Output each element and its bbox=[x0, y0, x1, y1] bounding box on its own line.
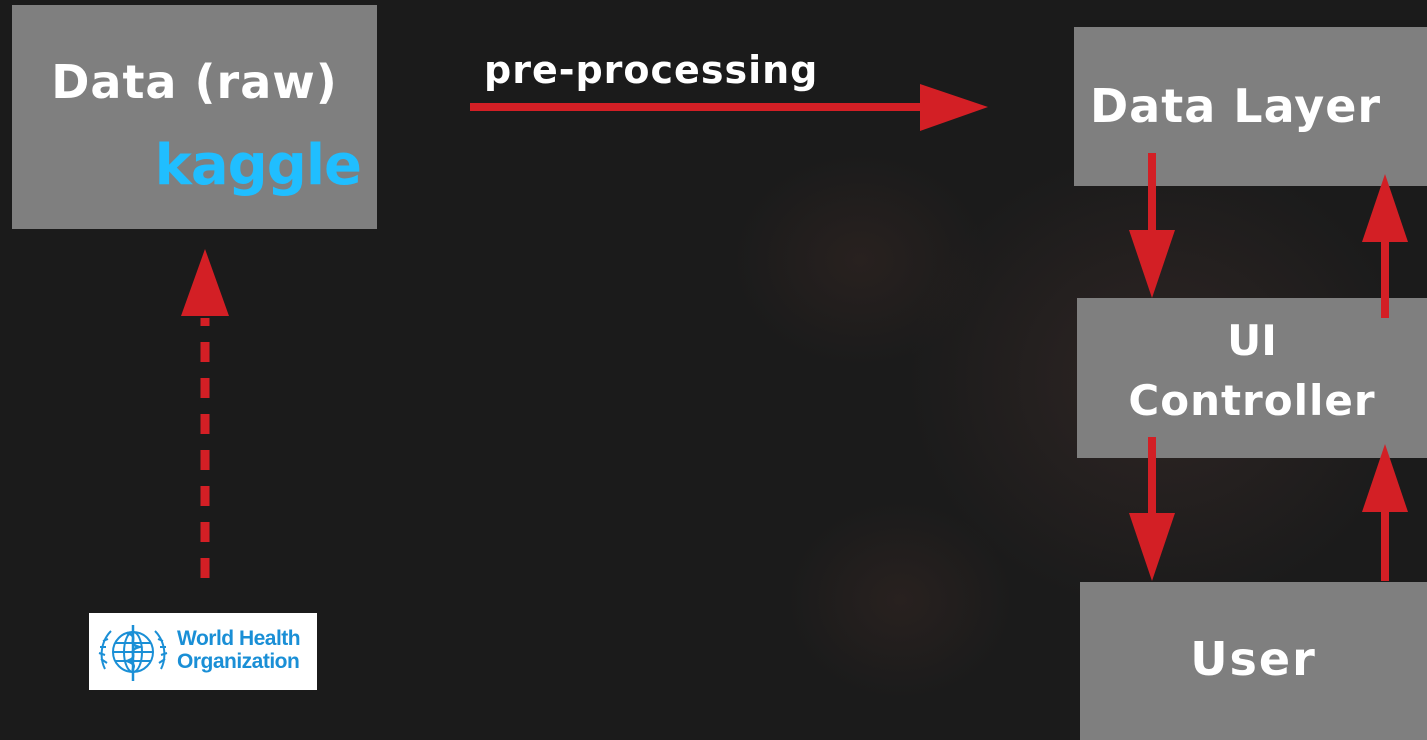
preprocessing-arrowhead bbox=[920, 84, 988, 131]
data-layer-to-ui-arrowhead bbox=[1129, 230, 1175, 298]
ui-to-data-layer-arrowhead bbox=[1362, 174, 1408, 242]
user-to-ui-arrowhead bbox=[1362, 444, 1408, 512]
arrow-layer bbox=[181, 84, 1408, 581]
who-to-raw-arrowhead bbox=[181, 249, 229, 316]
ui-to-user-arrowhead bbox=[1129, 513, 1175, 581]
